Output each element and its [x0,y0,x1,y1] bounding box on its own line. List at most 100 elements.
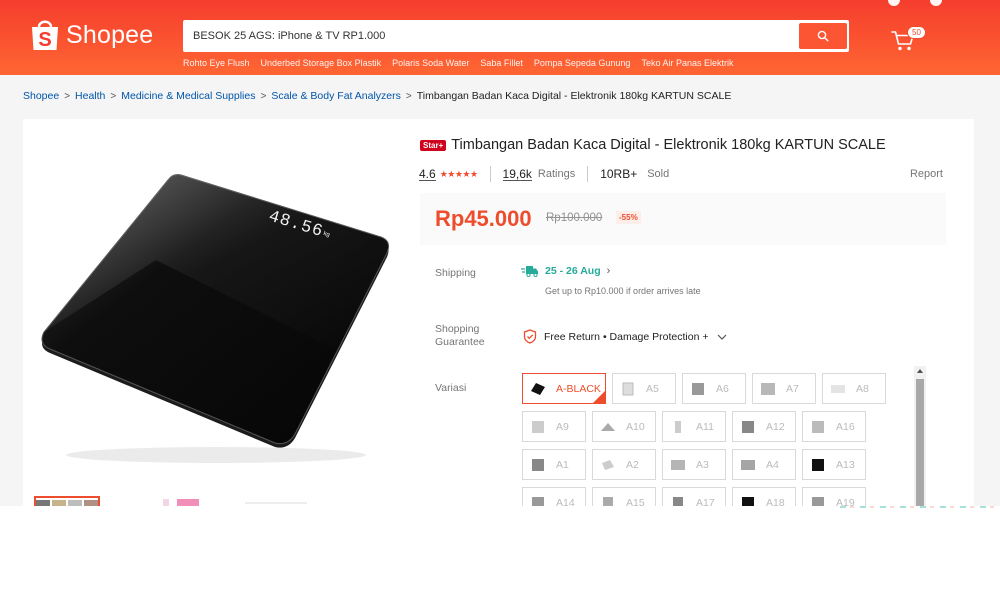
variant-label: A17 [696,496,715,507]
thumbnail-image[interactable] [34,496,100,506]
original-price: Rp100.000 [546,212,603,224]
search-hint-link[interactable]: Rohto Eye Flush [183,58,250,68]
variant-row: A9 A10 A11 A12 A16 [522,411,866,442]
variant-option[interactable]: A5 [612,373,676,404]
variant-option[interactable]: A4 [732,449,796,480]
search-icon [817,30,829,42]
delivery-truck-icon [521,266,538,277]
divider [587,166,589,182]
variant-thumbnail [532,458,544,471]
variants-scrollbar[interactable] [914,366,926,506]
variant-label: A4 [766,458,779,471]
shipping-date-row[interactable]: 25 - 26 Aug › [521,265,610,277]
discount-badge: -55% [616,211,641,224]
variant-row: A1 A2 A3 A4 A13 [522,449,866,480]
search-hint-link[interactable]: Teko Air Panas Elektrik [641,58,733,68]
report-link[interactable]: Report [910,168,943,180]
variant-thumbnail [671,459,685,470]
shipping-note: Get up to Rp10.000 if order arrives late [545,286,701,296]
variant-thumbnail [675,420,681,433]
variant-option-selected[interactable]: A-BLACK [522,373,606,404]
variant-option[interactable]: A1 [522,449,586,480]
breadcrumb: Shopee > Health > Medicine & Medical Sup… [23,90,731,102]
breadcrumb-link[interactable]: Medicine & Medical Supplies [121,90,255,102]
search-hint-link[interactable]: Polaris Soda Water [392,58,469,68]
variant-option[interactable]: A15 [592,487,656,506]
scrollbar-thumb[interactable] [916,379,924,506]
shipping-label: Shipping [435,267,476,279]
variant-option[interactable]: A19 [802,487,866,506]
svg-text:S: S [38,29,51,51]
search-hint-link[interactable]: Underbed Storage Box Plastik [261,58,382,68]
variant-option[interactable]: A16 [802,411,866,442]
variant-label: A11 [696,420,714,433]
variant-thumbnail [812,496,824,506]
guarantee-label-line1: Shopping [435,323,480,335]
variant-option[interactable]: A13 [802,449,866,480]
product-title-row: Star+ Timbangan Badan Kaca Digital - Ele… [420,137,886,153]
chevron-right-icon: > [260,90,267,102]
help-icon[interactable] [930,0,942,6]
breadcrumb-link[interactable]: Health [75,90,105,102]
thumbnail-image[interactable] [174,496,240,506]
breadcrumb-link[interactable]: Scale & Body Fat Analyzers [271,90,401,102]
guarantee-row[interactable]: Free Return • Damage Protection + [523,329,727,344]
shipping-date: 25 - 26 Aug [545,265,601,277]
variant-thumbnail [692,382,704,395]
thumbnail-image[interactable] [244,496,310,506]
variant-thumbnail [531,382,545,395]
variant-thumbnail [673,496,683,506]
logo-text: Shopee [66,20,154,49]
variant-thumbnail [742,496,754,506]
search-hint-link[interactable]: Pompa Sepeda Gunung [534,58,631,68]
variant-thumbnail [761,382,775,395]
variant-option[interactable]: A3 [662,449,726,480]
price-section: Rp45.000 Rp100.000 -55% [420,193,946,245]
variant-option[interactable]: A10 [592,411,656,442]
variant-row: A14 A15 A17 A18 A19 [522,487,866,506]
variant-label: A13 [836,458,855,471]
rating-value[interactable]: 4.6 [419,168,436,181]
variant-option[interactable]: A8 [822,373,886,404]
selected-check-icon [593,391,605,403]
variant-thumbnail [602,459,614,470]
thumbnail-image[interactable] [104,496,170,506]
search-hints: Rohto Eye Flush Underbed Storage Box Pla… [183,58,733,68]
header: S Shopee Rohto Eye Flush Underbed Storag… [0,0,1000,75]
ratings-label: Ratings [537,168,576,180]
rating-stars-icon: ★★★★★ [439,168,478,179]
shopee-logo[interactable]: S Shopee [30,18,153,52]
chevron-right-icon: > [405,90,412,102]
guarantee-text: Free Return • Damage Protection + [544,330,709,343]
guarantee-label-line2: Guarantee [435,336,485,348]
variant-row: A-BLACK A5 A6 A7 A8 [522,373,886,404]
page-edge-strip [840,506,1000,508]
variant-option[interactable]: A12 [732,411,796,442]
variant-thumbnail [603,496,613,506]
variant-label: A2 [626,458,639,471]
variant-options: A-BLACK A5 A6 A7 A8 A9 A10 A11 A12 A16 A… [522,373,912,506]
variants-label: Variasi [435,382,467,394]
variant-option[interactable]: A11 [662,411,726,442]
breadcrumb-link[interactable]: Shopee [23,90,59,102]
variant-option[interactable]: A18 [732,487,796,506]
variant-option[interactable]: A6 [682,373,746,404]
search-input[interactable] [193,20,793,52]
breadcrumb-current: Timbangan Badan Kaca Digital - Elektroni… [416,90,732,102]
product-title: Timbangan Badan Kaca Digital - Elektroni… [451,137,886,153]
variant-option[interactable]: A17 [662,487,726,506]
variant-option[interactable]: A9 [522,411,586,442]
variant-option[interactable]: A2 [592,449,656,480]
variant-label: A15 [626,496,645,507]
variant-label: A6 [716,382,729,395]
scroll-up-arrow-icon[interactable] [917,369,923,373]
search-button[interactable] [799,23,847,49]
ratings-count[interactable]: 19,6k [502,168,532,181]
variant-option[interactable]: A7 [752,373,816,404]
variant-thumbnail [532,496,544,506]
notification-icon[interactable] [888,0,900,6]
search-hint-link[interactable]: Saba Fillet [480,58,523,68]
product-main-image[interactable]: 48.56 kg [36,170,392,470]
variant-label: A18 [766,496,785,507]
variant-option[interactable]: A14 [522,487,586,506]
